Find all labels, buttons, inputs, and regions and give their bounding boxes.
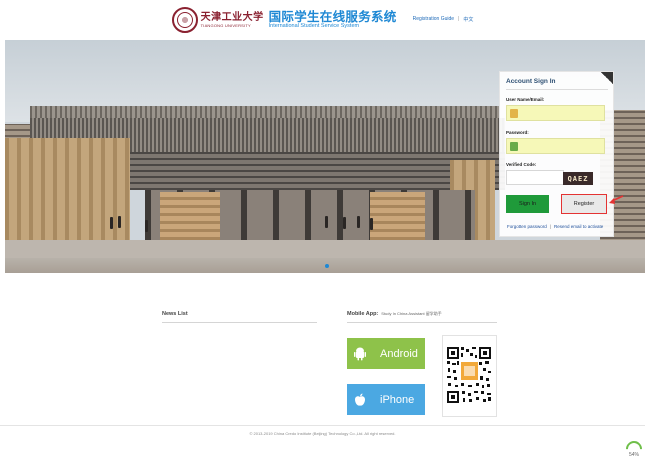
banner-building-block-right <box>370 192 425 240</box>
signin-title: Account Sign In <box>506 78 556 85</box>
header-links: Registration Guide | 中文 <box>413 16 474 23</box>
captcha-text: QAEZ <box>567 174 589 183</box>
user-icon <box>510 109 518 118</box>
android-icon <box>354 347 366 360</box>
banner-person <box>325 216 328 228</box>
signin-links: Forgotten password | Resend email to act… <box>507 224 615 229</box>
banner-person <box>370 218 373 230</box>
registration-guide-link[interactable]: Registration Guide <box>413 16 454 22</box>
banner-building-roof <box>30 106 500 118</box>
university-name: 天津工业大学 TIANGONG UNIVERSITY <box>200 11 264 28</box>
iphone-label: iPhone <box>380 393 415 406</box>
android-download-button[interactable]: Android <box>347 338 425 369</box>
banner-person <box>145 220 148 232</box>
mobile-app-title: Mobile App: Study In China Assistant 留学助… <box>347 311 442 317</box>
footer-divider <box>0 425 645 426</box>
signin-link-separator: | <box>549 224 551 229</box>
username-input[interactable] <box>506 105 605 121</box>
language-switch-link[interactable]: 中文 <box>463 16 473 23</box>
system-name: 国际学生在线服务系统 International Student Service… <box>268 9 397 30</box>
apple-icon <box>355 393 365 406</box>
lock-icon <box>510 142 518 151</box>
banner-person <box>110 217 113 229</box>
system-name-en: International Student Service System <box>268 23 360 29</box>
password-label: Password: <box>506 130 529 135</box>
news-divider <box>162 322 317 323</box>
mobile-app-subtitle: Study In China Assistant 留学助手 <box>381 311 442 316</box>
resend-activation-link[interactable]: Resend email to activate <box>554 224 603 229</box>
banner-plaza-far <box>5 240 645 260</box>
progress-ring-icon <box>622 437 645 461</box>
progress-badge: 54% <box>622 437 645 461</box>
university-name-en: TIANGONG UNIVERSITY <box>200 22 251 28</box>
forgotten-password-link[interactable]: Forgotten password <box>507 224 547 229</box>
password-input[interactable] <box>506 138 605 154</box>
captcha-image[interactable]: QAEZ <box>563 172 593 185</box>
footer-copyright: © 2013-2019 China Credo Institute (Beiji… <box>249 431 396 436</box>
site-logo[interactable]: 天津工业大学 TIANGONG UNIVERSITY 国际学生在线服务系统 In… <box>171 7 397 33</box>
header: 天津工业大学 TIANGONG UNIVERSITY 国际学生在线服务系统 In… <box>0 0 645 40</box>
banner-person <box>118 216 121 228</box>
header-link-separator: | <box>458 16 460 22</box>
system-name-cn: 国际学生在线服务系统 <box>268 9 397 24</box>
mobile-app-label: Mobile App: <box>347 311 379 317</box>
mobile-divider <box>347 322 497 323</box>
carousel-indicator[interactable] <box>325 264 329 268</box>
arrow-annotation-icon <box>609 195 624 204</box>
page: 天津工业大学 TIANGONG UNIVERSITY 国际学生在线服务系统 In… <box>0 0 645 462</box>
banner-person <box>357 216 360 228</box>
news-list-title: News List <box>162 311 188 317</box>
banner-building-block-left <box>160 192 220 240</box>
banner-person <box>343 217 346 229</box>
university-seal-icon <box>171 7 198 33</box>
android-label: Android <box>380 347 418 360</box>
sign-in-button[interactable]: Sign In <box>506 195 549 213</box>
qr-code-icon <box>446 341 493 413</box>
username-label: User Name/Email: <box>506 97 545 102</box>
signin-divider <box>506 89 608 90</box>
university-name-cn: 天津工业大学 <box>200 11 264 23</box>
verified-code-label: Verified Code: <box>506 162 537 167</box>
iphone-download-button[interactable]: iPhone <box>347 384 425 415</box>
qr-login-corner-icon[interactable] <box>601 72 613 84</box>
verified-code-input[interactable] <box>506 170 564 185</box>
app-qr-code <box>442 335 497 417</box>
register-button[interactable]: Register <box>561 194 607 214</box>
